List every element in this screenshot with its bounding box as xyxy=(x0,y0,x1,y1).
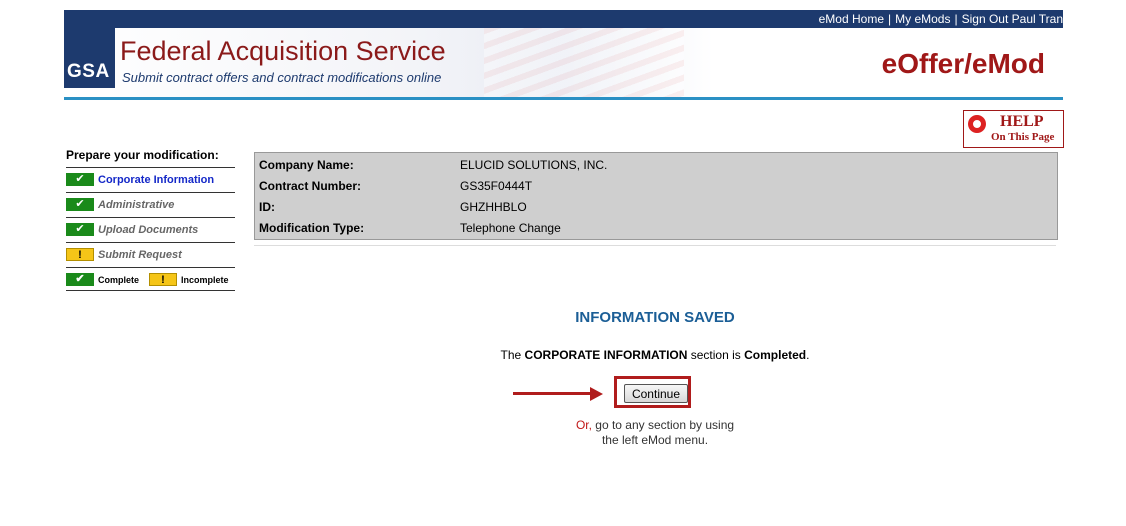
arrow-head xyxy=(590,387,603,401)
instruction-text: the left eMod menu. xyxy=(601,433,709,447)
completion-status: Completed xyxy=(744,348,807,362)
info-key: ID: xyxy=(259,200,275,214)
sidebar-item-administrative[interactable]: ✔ Administrative xyxy=(66,193,235,218)
check-icon: ✔ xyxy=(66,223,94,236)
my-emods-link[interactable]: My eMods xyxy=(895,12,950,26)
emod-sidebar: Prepare your modification: ✔ Corporate I… xyxy=(66,148,235,291)
site-title: Federal Acquisition Service xyxy=(120,36,446,66)
emod-home-link[interactable]: eMod Home xyxy=(819,12,884,26)
alternate-instruction: Or, go to any section by using the left … xyxy=(555,418,755,448)
flag-decoration xyxy=(484,28,684,98)
info-value: GS35F0444T xyxy=(460,179,533,193)
status-legend: ✔ Complete ! Incomplete xyxy=(66,268,235,291)
life-ring-icon xyxy=(968,115,986,133)
legend-complete-label: Complete xyxy=(98,275,140,285)
gsa-logo-text: GSA xyxy=(67,61,110,82)
continue-button[interactable]: Continue xyxy=(624,384,688,403)
sidebar-item-submit-request[interactable]: ! Submit Request xyxy=(66,243,235,268)
top-nav: eMod Home | My eMods | Sign Out Paul Tran xyxy=(819,12,1063,26)
help-sublabel: On This Page xyxy=(991,131,1055,143)
info-saved-heading: INFORMATION SAVED xyxy=(575,309,735,326)
info-value: GHZHHBLO xyxy=(460,200,527,214)
or-text: Or, xyxy=(575,418,592,432)
sidebar-item-label[interactable]: Administrative xyxy=(98,199,174,211)
sidebar-title: Prepare your modification: xyxy=(66,148,235,168)
gsa-logo: GSA xyxy=(64,28,115,88)
info-key: Company Name: xyxy=(259,158,354,172)
warning-icon: ! xyxy=(66,248,94,261)
divider xyxy=(254,245,1056,246)
header-banner: GSA Federal Acquisition Service Submit c… xyxy=(64,28,1063,98)
sidebar-item-upload-documents[interactable]: ✔ Upload Documents xyxy=(66,218,235,243)
sidebar-item-label[interactable]: Upload Documents xyxy=(98,224,198,236)
sidebar-item-label[interactable]: Submit Request xyxy=(98,249,182,261)
top-nav-bar: eMod Home | My eMods | Sign Out Paul Tran xyxy=(64,10,1063,28)
site-subtitle: Submit contract offers and contract modi… xyxy=(122,70,442,85)
sidebar-item-label[interactable]: Corporate Information xyxy=(98,174,214,186)
sidebar-item-corporate-information[interactable]: ✔ Corporate Information xyxy=(66,168,235,193)
help-label: HELP xyxy=(1000,113,1044,130)
arrow-right-icon xyxy=(513,392,593,395)
help-button[interactable]: HELP On This Page xyxy=(963,110,1064,148)
app-title: eOffer/eMod xyxy=(881,48,1045,79)
info-value: Telephone Change xyxy=(460,221,561,235)
check-icon: ✔ xyxy=(66,173,94,186)
header-divider xyxy=(64,97,1063,100)
legend-incomplete-label: Incomplete xyxy=(181,275,229,285)
info-key: Contract Number: xyxy=(259,179,362,193)
nav-separator: | xyxy=(888,12,892,26)
info-key: Modification Type: xyxy=(259,221,365,235)
nav-separator: | xyxy=(954,12,958,26)
completion-message: The CORPORATE INFORMATION section is Com… xyxy=(455,348,855,362)
check-icon: ✔ xyxy=(66,198,94,211)
section-name: CORPORATE INFORMATION xyxy=(524,348,688,362)
contract-info-panel: Company Name: ELUCID SOLUTIONS, INC. Con… xyxy=(254,152,1058,240)
sign-out-link[interactable]: Sign Out Paul Tran xyxy=(962,12,1063,26)
check-icon: ✔ xyxy=(66,273,94,286)
info-value: ELUCID SOLUTIONS, INC. xyxy=(460,158,608,172)
message-text: . xyxy=(806,348,810,362)
message-text: The xyxy=(500,348,525,362)
warning-icon: ! xyxy=(149,273,177,286)
continue-highlight: Continue xyxy=(614,376,691,408)
message-text: section is xyxy=(687,348,745,362)
instruction-text: go to any section by using xyxy=(591,418,735,432)
